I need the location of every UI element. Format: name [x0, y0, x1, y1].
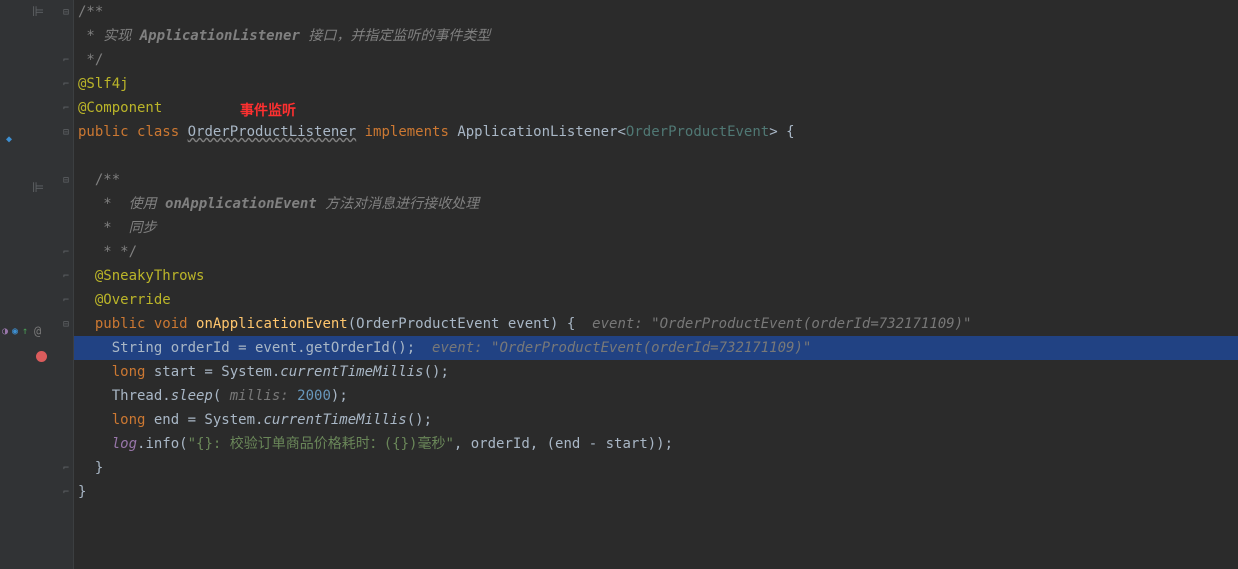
fold-gutter: ⊟ ⌐ ⌐ ⌐ ⊟ ⊟ ⌐ ⌐ ⌐ ⊟ ⌐ ⌐ — [62, 0, 74, 569]
code-line[interactable]: long end = System.currentTimeMillis(); — [74, 408, 1238, 432]
code-line[interactable]: * 同步 — [74, 216, 1238, 240]
fold-start-icon[interactable]: ⊟ — [63, 128, 69, 138]
at-icon: @ — [34, 324, 41, 338]
fold-end-icon[interactable]: ⌐ — [63, 80, 69, 90]
gutter: ⊫ ◆ ⊫ ◑ ◉ ↑ @ — [0, 0, 62, 569]
code-line[interactable]: /** — [74, 0, 1238, 24]
code-line[interactable]: log.info("{}: 校验订单商品价格耗时：({})毫秒", orderI… — [74, 432, 1238, 456]
class-icon: ◆ — [6, 134, 12, 145]
fold-end-icon[interactable]: ⌐ — [63, 296, 69, 306]
fold-end-icon[interactable]: ⌐ — [63, 104, 69, 114]
breakpoint-icon[interactable] — [36, 351, 47, 362]
code-line[interactable]: } — [74, 480, 1238, 504]
code-line[interactable]: @Override — [74, 288, 1238, 312]
fold-start-icon[interactable]: ⊟ — [63, 320, 69, 330]
fold-start-icon[interactable]: ⊟ — [63, 176, 69, 186]
code-area[interactable]: 事件监听 /** * 实现 ApplicationListener 接口，并指定… — [74, 0, 1238, 569]
code-line[interactable]: @Slf4j — [74, 72, 1238, 96]
fold-end-icon[interactable]: ⌐ — [63, 464, 69, 474]
code-line[interactable]: Thread.sleep( millis: 2000); — [74, 384, 1238, 408]
code-line[interactable]: long start = System.currentTimeMillis(); — [74, 360, 1238, 384]
code-line[interactable]: */ — [74, 48, 1238, 72]
indent-guide-icon: ⊫ — [32, 180, 44, 196]
code-editor[interactable]: ⊫ ◆ ⊫ ◑ ◉ ↑ @ ⊟ ⌐ ⌐ ⌐ ⊟ ⊟ ⌐ ⌐ ⌐ ⊟ ⌐ ⌐ 事件… — [0, 0, 1238, 569]
fold-end-icon[interactable]: ⌐ — [63, 56, 69, 66]
fold-end-icon[interactable]: ⌐ — [63, 272, 69, 282]
up-arrow-icon[interactable]: ↑ — [22, 326, 28, 337]
annotation-label: 事件监听 — [240, 100, 296, 124]
code-line[interactable]: } — [74, 456, 1238, 480]
fold-end-icon[interactable]: ⌐ — [63, 248, 69, 258]
implement-icon[interactable]: ◉ — [12, 326, 18, 337]
fold-start-icon[interactable]: ⊟ — [63, 8, 69, 18]
code-line[interactable]: @SneakyThrows — [74, 264, 1238, 288]
fold-end-icon[interactable]: ⌐ — [63, 488, 69, 498]
override-up-icon[interactable]: ◑ — [2, 326, 8, 337]
code-line[interactable]: public void onApplicationEvent(OrderProd… — [74, 312, 1238, 336]
code-line[interactable]: * 使用 onApplicationEvent 方法对消息进行接收处理 — [74, 192, 1238, 216]
code-line-current[interactable]: String orderId = event.getOrderId(); eve… — [74, 336, 1238, 360]
code-line[interactable]: * */ — [74, 240, 1238, 264]
code-line[interactable] — [74, 144, 1238, 168]
indent-guide-icon: ⊫ — [32, 4, 44, 20]
code-line[interactable]: * 实现 ApplicationListener 接口，并指定监听的事件类型 — [74, 24, 1238, 48]
code-line[interactable]: /** — [74, 168, 1238, 192]
